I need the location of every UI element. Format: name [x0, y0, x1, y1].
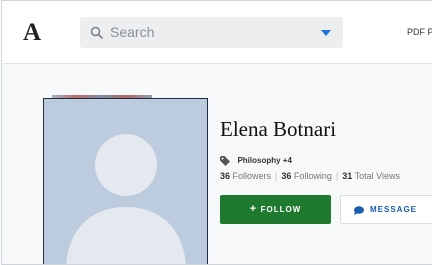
research-interests[interactable]: Philosophy +4 [220, 152, 292, 166]
follow-label: FOLLOW [260, 205, 302, 214]
profile-stats: 36 Followers | 36 Following | 31 Total Views [220, 171, 401, 181]
views-stat: 31 Total Views [342, 171, 401, 181]
follow-button[interactable]: + FOLLOW [220, 195, 331, 224]
profile-name: Elena Botnari [220, 117, 337, 141]
chat-icon [354, 206, 364, 215]
tag-icon [220, 155, 230, 166]
interests-label: Philosophy +4 [237, 156, 292, 166]
message-label: MESSAGE [370, 205, 418, 214]
followers-stat[interactable]: 36 Followers [220, 171, 271, 181]
avatar-placeholder-icon [66, 134, 186, 264]
following-stat[interactable]: 36 Following [281, 171, 332, 181]
message-button[interactable]: MESSAGE [340, 195, 432, 224]
search-input[interactable]: Search [110, 24, 154, 40]
avatar[interactable] [43, 98, 208, 264]
search-icon [90, 26, 104, 40]
top-navigation-bar: A Search PDF Pack [2, 1, 432, 64]
caret-down-icon[interactable] [321, 30, 331, 36]
page-frame: A Search PDF Pack Elena Botnari Philosop… [1, 0, 432, 265]
site-logo[interactable]: A [23, 19, 41, 47]
pdf-pack-link[interactable]: PDF Pack [407, 27, 432, 37]
search-bar[interactable]: Search [80, 17, 343, 48]
plus-icon: + [249, 203, 257, 215]
